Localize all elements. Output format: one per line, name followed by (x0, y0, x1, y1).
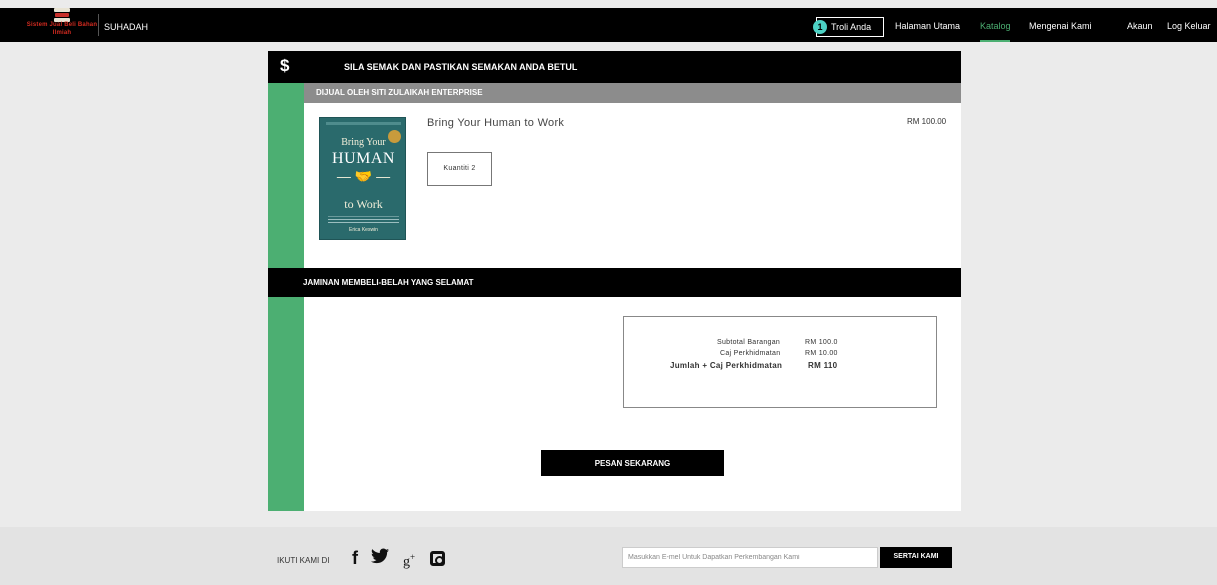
item-price: RM 100.00 (907, 117, 947, 126)
cover-line-1: Bring Your (341, 137, 386, 148)
checkout-title: SILA SEMAK DAN PASTIKAN SEMAKAN ANDA BET… (344, 62, 578, 72)
quantity-label: Kuantiti 2 (443, 165, 476, 172)
twitter-icon[interactable] (371, 548, 389, 569)
logo-divider (98, 14, 99, 36)
cover-subtitle-lines (328, 216, 399, 223)
nav-logout[interactable]: Log Keluar (1167, 21, 1211, 31)
item-title[interactable]: Bring Your Human to Work (427, 115, 567, 132)
cover-author: Erica Keswin (349, 227, 378, 233)
order-summary-box: Subtotal Barangan RM 100.0 Caj Perkhidma… (623, 316, 937, 408)
newsletter-email-input[interactable] (622, 547, 878, 568)
cover-line-2: HUMAN (332, 150, 395, 167)
google-plus-icon[interactable]: g+ (403, 552, 415, 571)
cart-button[interactable]: 1 Troli Anda (813, 17, 884, 37)
footer: IKUTI KAMI DI f g+ SERTAI KAMI (0, 527, 1217, 585)
quantity-box[interactable]: Kuantiti 2 (427, 152, 492, 186)
order-now-label: PESAN SEKARANG (594, 459, 671, 468)
checkout-panel: $ SILA SEMAK DAN PASTIKAN SEMAKAN ANDA B… (268, 51, 961, 511)
follow-us-label: IKUTI KAMI DI (277, 556, 330, 565)
nav-catalog[interactable]: Katalog (980, 21, 1011, 31)
nav-about[interactable]: Mengenai Kami (1029, 21, 1092, 31)
nav-account[interactable]: Akaun (1127, 21, 1153, 31)
seller-name: DIJUAL OLEH SITI ZULAIKAH ENTERPRISE (316, 88, 483, 97)
top-navbar: Sistem Jual Beli Bahan Ilmiah SUHADAH 1 … (0, 8, 1217, 42)
subscribe-button[interactable]: SERTAI KAMI (880, 547, 952, 568)
total-value: RM 110 (808, 361, 838, 370)
safe-shopping-bar: JAMINAN MEMBELI-BELAH YANG SELAMAT (268, 268, 961, 297)
accent-strip (268, 83, 304, 511)
total-label: Jumlah + Caj Perkhidmatan (670, 361, 783, 370)
order-now-button[interactable]: PESAN SEKARANG (541, 450, 724, 476)
checkout-header: $ SILA SEMAK DAN PASTIKAN SEMAKAN ANDA B… (268, 51, 961, 83)
site-logo[interactable]: Sistem Jual Beli Bahan Ilmiah (24, 8, 100, 42)
active-nav-indicator (980, 40, 1010, 42)
cart-label: Troli Anda (831, 22, 872, 32)
book-cover-image[interactable]: Bring Your HUMAN — 🤝 — to Work Erica Kes… (319, 117, 406, 240)
seller-bar: DIJUAL OLEH SITI ZULAIKAH ENTERPRISE (304, 83, 961, 103)
subscribe-label: SERTAI KAMI (893, 553, 939, 560)
logo-text: Sistem Jual Beli Bahan Ilmiah (26, 22, 98, 36)
books-icon (54, 8, 70, 22)
service-charge-value: RM 10.00 (805, 350, 838, 357)
user-name: SUHADAH (104, 22, 149, 32)
safe-shopping-title: JAMINAN MEMBELI-BELAH YANG SELAMAT (303, 278, 474, 287)
handshake-icon: — 🤝 — (336, 168, 391, 184)
subtotal-value: RM 100.0 (805, 339, 838, 346)
facebook-icon[interactable]: f (352, 548, 358, 569)
service-charge-label: Caj Perkhidmatan (720, 350, 781, 357)
cover-line-3: to Work (344, 197, 383, 211)
nav-home[interactable]: Halaman Utama (895, 21, 960, 31)
subtotal-label: Subtotal Barangan (717, 339, 781, 346)
instagram-icon[interactable] (430, 551, 445, 566)
cover-top-line (326, 122, 401, 125)
dollar-icon: $ (280, 56, 290, 75)
cart-count-badge: 1 (813, 20, 827, 34)
